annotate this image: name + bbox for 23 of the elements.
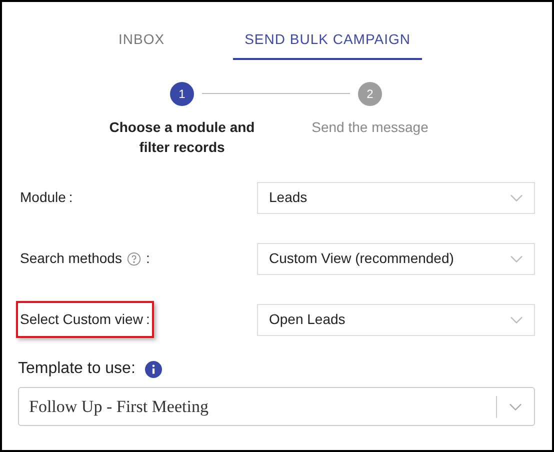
template-dropdown[interactable]: Follow Up - First Meeting xyxy=(18,387,535,426)
help-icon xyxy=(126,252,141,266)
dropdown[interactable]: Custom View (recommended) xyxy=(257,242,535,274)
colon: : xyxy=(68,188,73,207)
tab[interactable]: SEND BULK CAMPAIGN xyxy=(232,20,422,60)
chevron-down-icon xyxy=(509,402,522,410)
field-label: Search methods xyxy=(20,249,122,268)
step-number: 1 xyxy=(170,82,194,106)
tab[interactable]: INBOX xyxy=(106,20,177,60)
info-icon xyxy=(145,360,162,378)
field-label: Select Custom view xyxy=(20,310,143,329)
chevron-down-icon xyxy=(510,254,523,262)
chevron-down-icon xyxy=(510,316,523,324)
step-label: Send the message xyxy=(310,118,430,137)
chevron-down-icon xyxy=(510,194,523,202)
step-label: Choose a module and filter records xyxy=(108,118,256,157)
colon: : xyxy=(146,249,150,268)
step-number: 2 xyxy=(358,82,382,106)
dropdown[interactable]: Open Leads xyxy=(257,304,535,336)
field-label: Module xyxy=(20,188,66,207)
colon: : xyxy=(146,310,150,329)
template-label: Template to use: xyxy=(18,359,136,379)
dropdown[interactable]: Leads xyxy=(257,182,535,214)
